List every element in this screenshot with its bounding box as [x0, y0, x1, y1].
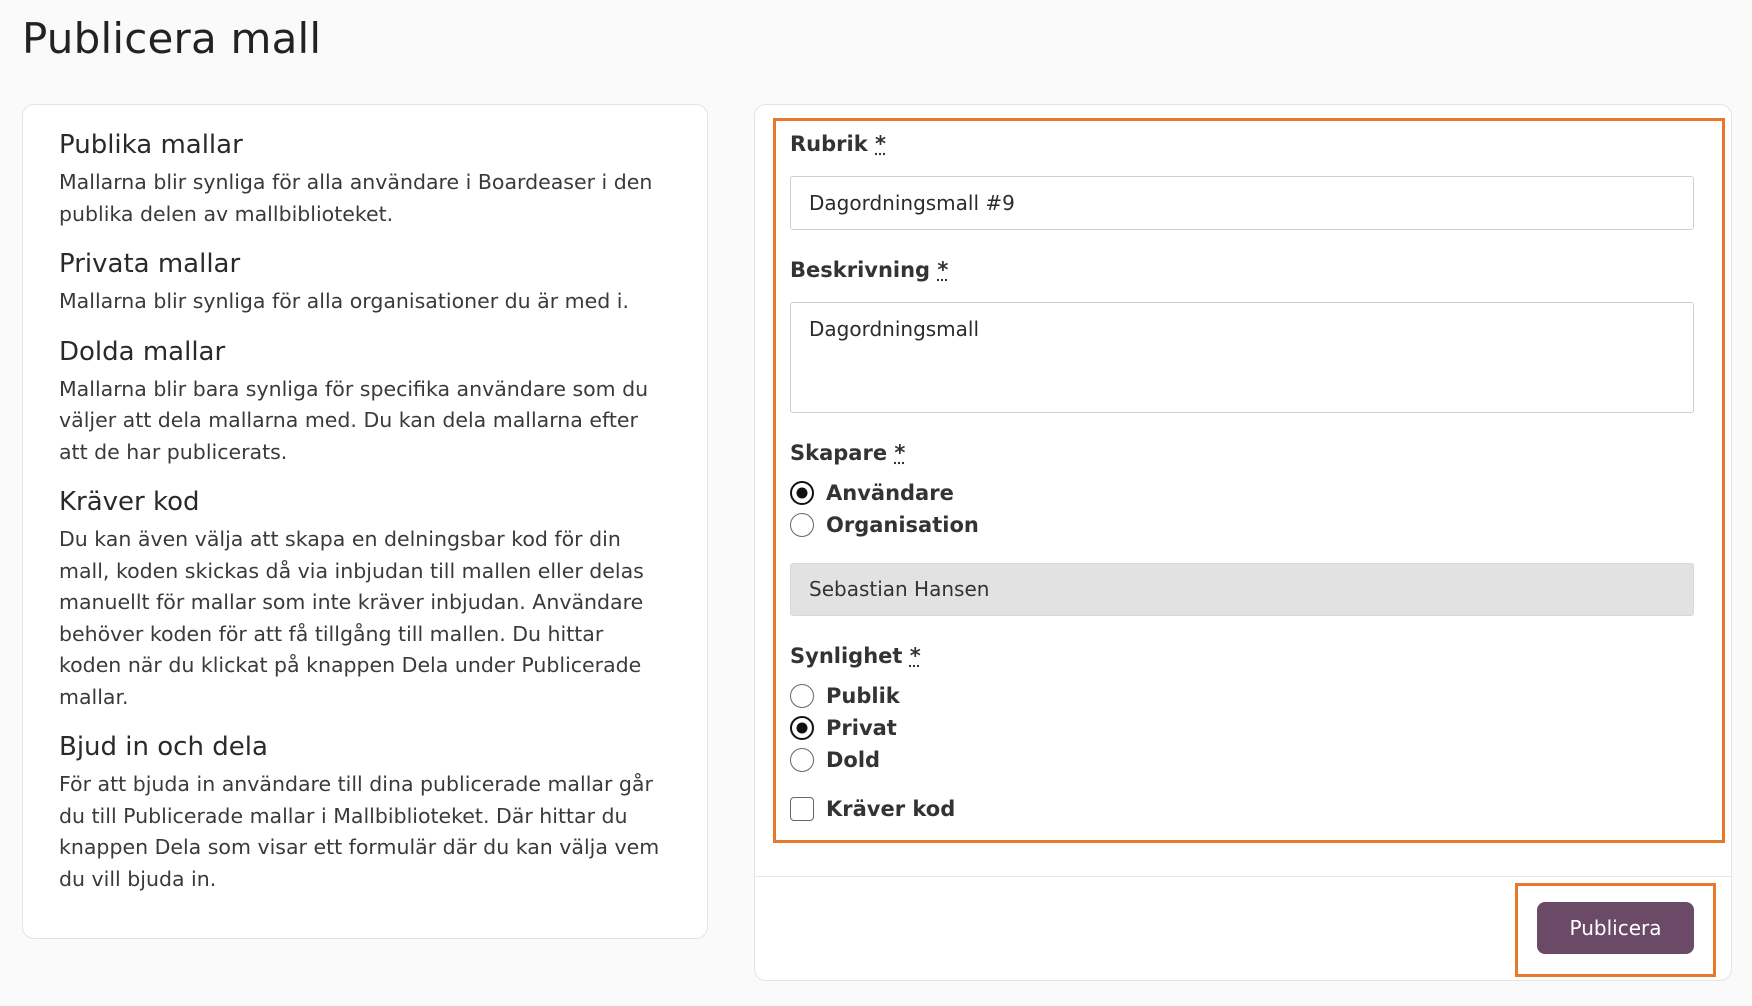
radio-label: Dold — [826, 748, 881, 772]
visibility-label-text: Synlighet — [790, 644, 903, 668]
radio-unchecked-icon[interactable] — [790, 684, 814, 708]
info-heading: Privata mallar — [59, 249, 241, 279]
info-card: Publika mallar Mallarna blir synliga för… — [22, 104, 708, 939]
info-section-invite-share: Bjud in och dela För att bjuda in använd… — [59, 729, 671, 895]
info-heading: Bjud in och dela — [59, 732, 268, 762]
required-marker: * — [909, 644, 921, 668]
visibility-option-hidden[interactable]: Dold — [790, 744, 1694, 776]
radio-checked-icon[interactable] — [790, 716, 814, 740]
title-label: Rubrik * — [790, 130, 1694, 158]
visibility-option-public[interactable]: Publik — [790, 680, 1694, 712]
required-marker: * — [937, 258, 949, 282]
visibility-label: Synlighet * — [790, 642, 1694, 670]
radio-label: Användare — [826, 481, 954, 505]
requires-code-option[interactable]: Kräver kod — [790, 793, 1694, 825]
required-marker: * — [875, 132, 886, 156]
title-label-text: Rubrik — [790, 132, 868, 156]
required-marker: * — [894, 441, 906, 465]
publish-button[interactable]: Publicera — [1537, 902, 1694, 954]
page-title: Publicera mall — [22, 14, 322, 63]
creator-option-organisation[interactable]: Organisation — [790, 509, 1694, 541]
info-text: Mallarna blir synliga för alla organisat… — [59, 289, 630, 313]
info-section-public: Publika mallar Mallarna blir synliga för… — [59, 127, 671, 230]
info-text: Mallarna blir bara synliga för specifika… — [59, 376, 649, 464]
radio-checked-icon[interactable] — [790, 481, 814, 505]
checkbox-unchecked-icon[interactable] — [790, 797, 814, 821]
creator-label-text: Skapare — [790, 441, 888, 465]
description-label-text: Beskrivning — [790, 258, 931, 282]
creator-label: Skapare * — [790, 439, 1694, 467]
radio-unchecked-icon[interactable] — [790, 513, 814, 537]
description-textarea[interactable]: Dagordningsmall — [790, 302, 1694, 413]
info-heading: Publika mallar — [59, 130, 243, 160]
radio-label: Privat — [826, 716, 897, 740]
info-section-private: Privata mallar Mallarna blir synliga för… — [59, 246, 671, 318]
publish-form: Rubrik * Beskrivning * Dagordningsmall S… — [790, 130, 1694, 825]
info-section-hidden: Dolda mallar Mallarna blir bara synliga … — [59, 334, 671, 469]
info-section-requires-code: Kräver kod Du kan även välja att skapa e… — [59, 484, 671, 713]
radio-label: Publik — [826, 684, 900, 708]
info-text: Du kan även välja att skapa en delningsb… — [59, 527, 644, 709]
info-text: För att bjuda in användare till dina pub… — [59, 772, 660, 891]
radio-label: Organisation — [826, 513, 979, 537]
checkbox-label: Kräver kod — [826, 797, 956, 821]
title-input[interactable] — [790, 176, 1694, 230]
radio-unchecked-icon[interactable] — [790, 748, 814, 772]
creator-name-field: Sebastian Hansen — [790, 563, 1694, 616]
info-text: Mallarna blir synliga för alla användare… — [59, 170, 653, 226]
info-heading: Dolda mallar — [59, 336, 226, 367]
visibility-option-private[interactable]: Privat — [790, 712, 1694, 744]
form-footer-divider — [755, 876, 1731, 877]
info-heading: Kräver kod — [59, 487, 200, 517]
creator-option-user[interactable]: Användare — [790, 477, 1694, 509]
description-label: Beskrivning * — [790, 256, 1694, 284]
